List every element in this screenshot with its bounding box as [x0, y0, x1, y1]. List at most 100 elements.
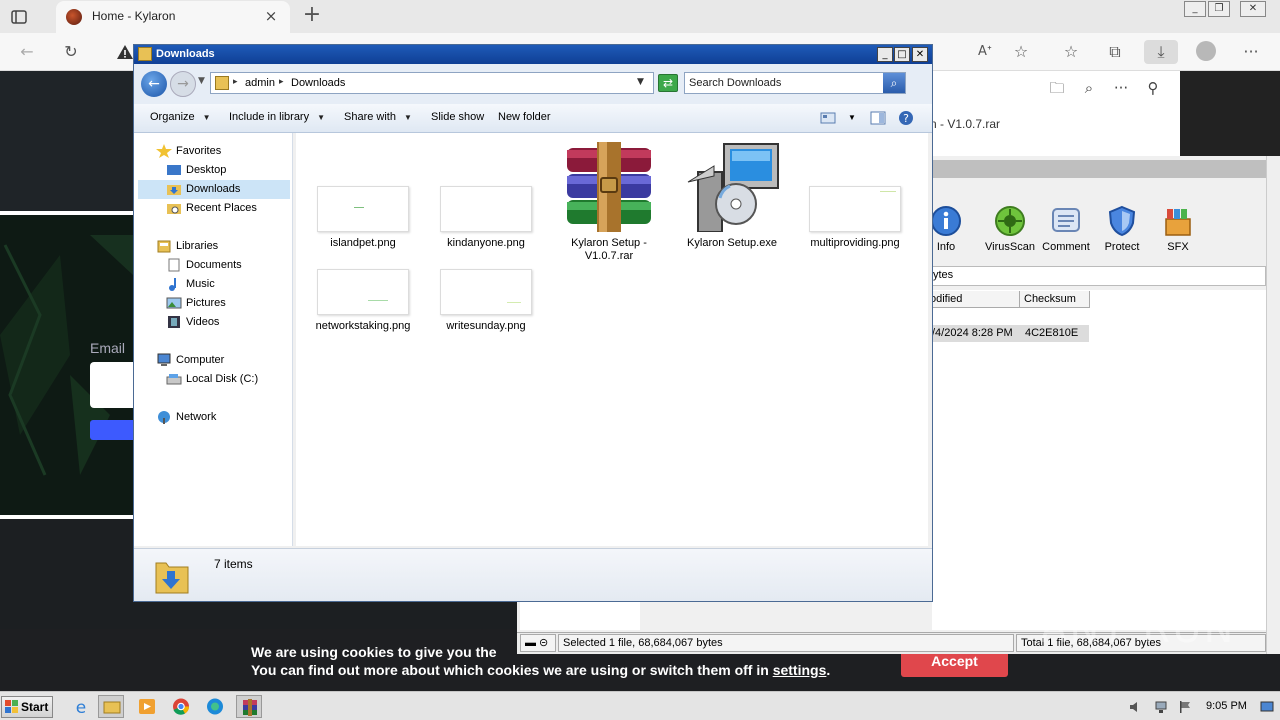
explorer-taskbar-icon[interactable] — [98, 695, 124, 718]
nav-computer[interactable]: Computer — [156, 351, 224, 370]
nav-local-disk[interactable]: Local Disk (C:) — [166, 370, 258, 389]
email-input[interactable] — [90, 362, 133, 408]
file-item[interactable]: kindanyone.png — [431, 186, 541, 250]
organize-button[interactable]: Organize ▼ — [150, 111, 211, 123]
refresh-icon[interactable]: ⇄ — [658, 74, 678, 92]
file-item[interactable]: multiproviding.png — [800, 186, 910, 250]
nav-videos[interactable]: Videos — [166, 313, 219, 332]
file-item[interactable]: writesunday.png — [431, 269, 541, 333]
search-input[interactable] — [689, 75, 879, 91]
cookie-settings-link[interactable]: settings — [773, 662, 827, 678]
windows-logo-icon — [5, 700, 18, 713]
chevron-down-icon[interactable]: ▼ — [848, 113, 856, 122]
local-disk-icon — [166, 372, 182, 386]
volume-icon[interactable] — [1128, 700, 1142, 714]
winrar-comment-button[interactable]: Comment — [1038, 205, 1094, 259]
nav-downloads[interactable]: Downloads — [138, 180, 290, 199]
new-tab-button[interactable]: + — [300, 4, 324, 28]
winrar-tool-label: SFX — [1167, 241, 1189, 253]
profile-icon[interactable] — [1196, 41, 1216, 61]
start-button[interactable]: Start — [1, 696, 53, 718]
explorer-close-button[interactable]: ✕ — [912, 47, 928, 62]
chevron-right-icon[interactable]: ▸ — [233, 77, 238, 87]
change-view-icon[interactable] — [820, 111, 836, 125]
winrar-list-area-gray — [640, 600, 932, 630]
file-item[interactable]: islandpet.png — [308, 186, 418, 250]
file-item[interactable]: Kylaron Setup - V1.0.7.rar — [554, 142, 664, 263]
search-icon[interactable]: ⌕ — [1080, 79, 1098, 97]
winrar-virusscan-button[interactable]: VirusScan — [982, 205, 1038, 259]
recent-pages-dropdown-icon[interactable]: ▼ — [198, 76, 205, 86]
add-favorite-icon[interactable]: ☆ — [1008, 40, 1034, 64]
anyrun-watermark: ANY RUN — [1040, 606, 1236, 652]
read-aloud-icon[interactable]: Aᐩ — [972, 40, 998, 64]
chrome-icon[interactable] — [168, 695, 194, 718]
search-box[interactable]: ⌕ — [684, 72, 906, 94]
preview-pane-icon[interactable] — [870, 111, 886, 125]
download-item-name[interactable]: n - V1.0.7.rar — [930, 117, 1000, 131]
explorer-title: Downloads — [156, 48, 215, 60]
share-with-button[interactable]: Share with ▼ — [344, 111, 412, 123]
nav-music[interactable]: Music — [166, 275, 215, 294]
subscribe-button[interactable] — [90, 420, 133, 440]
pictures-icon — [166, 296, 182, 310]
back-icon[interactable]: ← — [141, 71, 167, 97]
network-tray-icon[interactable] — [1154, 700, 1168, 714]
address-bar[interactable]: ▸ admin ▸ Downloads ▼ — [210, 72, 654, 94]
close-button[interactable]: ✕ — [1240, 1, 1266, 17]
more-icon[interactable]: ··· — [1238, 40, 1264, 64]
nav-documents[interactable]: Documents — [166, 256, 242, 275]
favorites-icon[interactable]: ☆ — [1058, 40, 1084, 64]
explorer-minimize-button[interactable]: _ — [877, 47, 893, 62]
browser-tab[interactable]: Home - Kylaron × — [56, 1, 290, 33]
action-center-flag-icon[interactable] — [1178, 700, 1192, 714]
tab-actions-icon[interactable] — [8, 6, 30, 28]
back-icon[interactable]: ← — [14, 40, 40, 64]
winrar-column-modified[interactable]: odified — [926, 291, 1020, 308]
show-desktop-icon[interactable] — [1260, 700, 1274, 714]
help-icon[interactable]: ? — [898, 110, 914, 125]
search-icon[interactable]: ⌕ — [883, 73, 905, 93]
forward-icon[interactable]: → — [170, 71, 196, 97]
navigation-pane: Favorites Desktop Downloads Recent Place… — [134, 133, 293, 546]
winrar-scrollbar[interactable] — [1266, 156, 1280, 654]
file-item[interactable]: networkstaking.png — [308, 269, 418, 333]
restore-button[interactable]: ❐ — [1208, 1, 1230, 17]
nav-desktop[interactable]: Desktop — [166, 161, 226, 180]
videos-icon — [166, 315, 182, 329]
more-icon[interactable]: ··· — [1112, 79, 1130, 97]
pin-icon[interactable]: ⚲ — [1144, 79, 1162, 97]
nav-pictures[interactable]: Pictures — [166, 294, 226, 313]
open-folder-icon[interactable]: 🗀 — [1048, 79, 1066, 97]
minimize-button[interactable]: _ — [1184, 1, 1206, 17]
refresh-icon[interactable]: ↻ — [58, 40, 84, 64]
explorer-titlebar[interactable]: Downloads _ □ ✕ — [134, 45, 932, 64]
downloads-icon[interactable]: ⤓ — [1144, 40, 1178, 64]
winrar-column-checksum[interactable]: Checksum — [1020, 291, 1090, 308]
winrar-path-bar[interactable]: ytes — [932, 266, 1266, 286]
file-item[interactable]: Kylaron Setup.exe — [677, 142, 787, 250]
breadcrumb-admin[interactable]: admin — [245, 77, 275, 89]
slide-show-button[interactable]: Slide show — [431, 111, 484, 123]
tab-close-icon[interactable]: × — [262, 7, 280, 25]
explorer-maximize-button[interactable]: □ — [894, 47, 910, 62]
media-player-icon[interactable] — [134, 695, 160, 718]
winrar-sfx-button[interactable]: SFX — [1150, 205, 1206, 259]
new-folder-button[interactable]: New folder — [498, 111, 551, 123]
breadcrumb-downloads[interactable]: Downloads — [291, 77, 345, 89]
chevron-right-icon[interactable]: ▸ — [279, 77, 284, 87]
winrar-protect-button[interactable]: Protect — [1094, 205, 1150, 259]
collections-icon[interactable]: ⧉ — [1102, 40, 1128, 64]
winrar-file-row[interactable]: /4/2024 8:28 PM 4C2E810E — [932, 325, 1089, 342]
nav-libraries[interactable]: Libraries — [156, 237, 218, 256]
include-in-library-button[interactable]: Include in library ▼ — [229, 111, 325, 123]
winrar-taskbar-icon[interactable] — [236, 695, 262, 718]
edge-icon[interactable] — [202, 695, 228, 718]
nav-recent-places[interactable]: Recent Places — [166, 199, 257, 218]
internet-explorer-icon[interactable]: e — [68, 695, 94, 718]
chevron-down-icon[interactable]: ▼ — [637, 77, 644, 87]
nav-favorites[interactable]: Favorites — [156, 142, 221, 161]
nav-network[interactable]: Network — [156, 408, 216, 427]
png-thumbnail — [317, 186, 409, 232]
documents-icon — [166, 258, 182, 272]
